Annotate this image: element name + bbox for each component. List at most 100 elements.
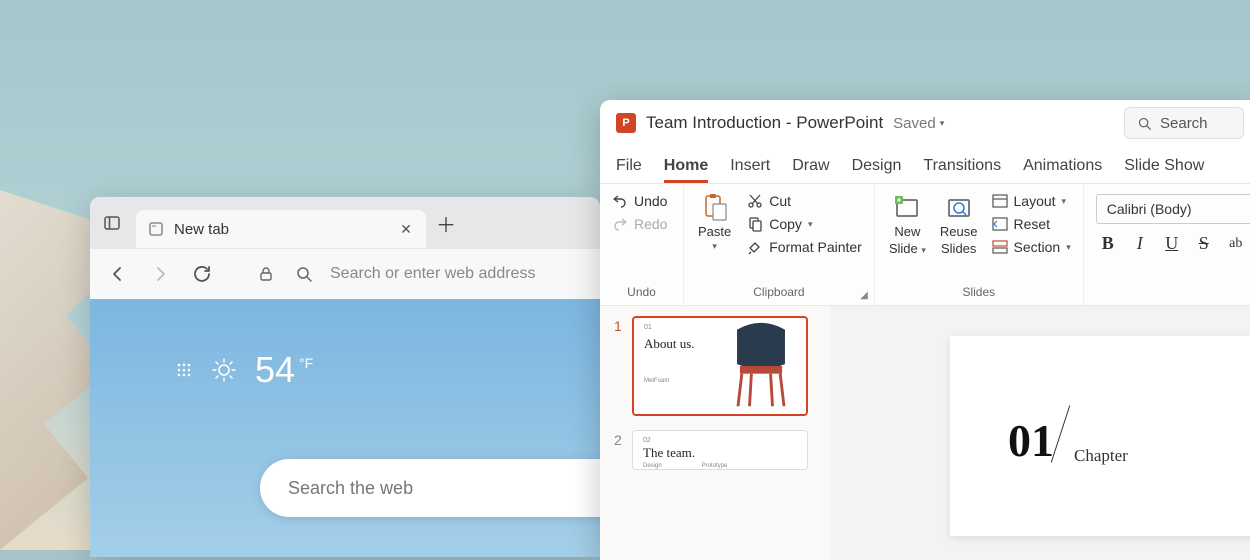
slide-canvas[interactable]: 01 Chapter bbox=[830, 306, 1250, 560]
thumb1-num: 01 bbox=[644, 324, 652, 331]
web-search-bar[interactable]: Search the web bbox=[260, 459, 600, 517]
layout-label: Layout bbox=[1014, 193, 1056, 209]
reset-icon bbox=[992, 217, 1008, 231]
refresh-button[interactable] bbox=[188, 260, 216, 288]
underline-button[interactable]: U bbox=[1162, 233, 1182, 254]
thumb2-num: 02 bbox=[643, 437, 651, 444]
group-label-slides: Slides bbox=[883, 283, 1075, 303]
arrow-right-icon bbox=[150, 264, 170, 284]
edge-toolbar: Search or enter web address bbox=[90, 249, 600, 299]
font-format-row: B I U S ab bbox=[1092, 233, 1250, 254]
tab-design[interactable]: Design bbox=[852, 157, 902, 183]
tab-actions-button[interactable] bbox=[98, 209, 126, 237]
copy-label: Copy bbox=[769, 216, 802, 232]
tab-transitions[interactable]: Transitions bbox=[923, 157, 1001, 183]
edge-new-tab-page: 54 °F Search the web bbox=[90, 299, 600, 557]
new-slide-l2: Slide bbox=[889, 241, 918, 256]
tab-file[interactable]: File bbox=[616, 157, 642, 183]
ribbon-group-font: Calibri (Body) B I U S ab bbox=[1084, 184, 1250, 305]
chevron-down-icon: ▾ bbox=[712, 241, 717, 252]
tab-actions-icon bbox=[103, 214, 121, 232]
ribbon-tabs: File Home Insert Draw Design Transitions… bbox=[600, 146, 1250, 184]
layout-button[interactable]: Layout▾ bbox=[988, 190, 1075, 212]
font-name-selector[interactable]: Calibri (Body) bbox=[1096, 194, 1250, 224]
format-painter-label: Format Painter bbox=[769, 239, 862, 255]
ribbon: Undo Redo Undo Paste ▾ bbox=[600, 184, 1250, 306]
new-slide-button[interactable]: New Slide ▾ bbox=[883, 190, 932, 258]
redo-icon bbox=[612, 216, 628, 232]
search-box[interactable]: Search bbox=[1124, 107, 1244, 139]
thumb1-title: About us. bbox=[644, 336, 695, 352]
address-bar[interactable]: Search or enter web address bbox=[330, 265, 535, 283]
current-slide[interactable]: 01 Chapter bbox=[950, 336, 1250, 536]
search-icon bbox=[1137, 116, 1152, 131]
reset-button[interactable]: Reset bbox=[988, 213, 1075, 235]
edge-browser-window: New tab ✕ ＋ Search or enter web address … bbox=[90, 197, 600, 557]
text-shadow-button[interactable]: ab bbox=[1226, 236, 1246, 252]
slide-thumbnail-2[interactable]: 02 The team. Design Prototype bbox=[632, 430, 808, 470]
save-status[interactable]: Saved ▾ bbox=[893, 115, 944, 132]
tab-slideshow[interactable]: Slide Show bbox=[1124, 157, 1204, 183]
format-painter-button[interactable]: Format Painter bbox=[743, 236, 866, 258]
section-button[interactable]: Section▾ bbox=[988, 236, 1075, 258]
site-info-button[interactable] bbox=[254, 262, 278, 286]
search-icon bbox=[295, 265, 313, 283]
tab-animations[interactable]: Animations bbox=[1023, 157, 1102, 183]
save-status-label: Saved bbox=[893, 115, 936, 132]
thumb2-title: The team. bbox=[643, 445, 695, 461]
reuse-l1: Reuse bbox=[940, 224, 978, 239]
refresh-icon bbox=[192, 264, 212, 284]
cut-button[interactable]: Cut bbox=[743, 190, 866, 212]
copy-button[interactable]: Copy ▾ bbox=[743, 213, 866, 235]
back-button[interactable] bbox=[104, 260, 132, 288]
browser-tab[interactable]: New tab ✕ bbox=[136, 210, 426, 248]
cut-label: Cut bbox=[769, 193, 791, 209]
document-title: Team Introduction - PowerPoint bbox=[646, 113, 883, 133]
undo-button[interactable]: Undo bbox=[608, 190, 671, 212]
pp-logo-letter: P bbox=[622, 117, 629, 129]
chevron-down-icon: ▾ bbox=[921, 245, 926, 255]
bold-button[interactable]: B bbox=[1098, 233, 1118, 254]
forward-button[interactable] bbox=[146, 260, 174, 288]
reuse-slides-button[interactable]: Reuse Slides bbox=[934, 190, 984, 258]
new-tab-button[interactable]: ＋ bbox=[432, 209, 460, 237]
search-icon-toolbar bbox=[292, 262, 316, 286]
page-icon bbox=[148, 221, 164, 237]
thumb1-sub: MetFoam bbox=[644, 378, 669, 384]
search-label: Search bbox=[1160, 115, 1208, 132]
pp-titlebar: P Team Introduction - PowerPoint Saved ▾… bbox=[600, 100, 1250, 146]
italic-button[interactable]: I bbox=[1130, 233, 1150, 254]
weather-temperature: 54 °F bbox=[255, 349, 313, 391]
thumb2-columns: Design Prototype bbox=[643, 463, 727, 469]
thumb2-colA: Design bbox=[643, 463, 662, 469]
slide-thumbnail-panel: 1 01 About us. MetFoam 2 bbox=[600, 306, 830, 560]
tab-title: New tab bbox=[174, 221, 388, 238]
weather-temp-value: 54 bbox=[255, 349, 295, 391]
redo-label: Redo bbox=[634, 216, 667, 232]
slide-thumbnail-1[interactable]: 01 About us. MetFoam bbox=[632, 316, 808, 416]
tab-draw[interactable]: Draw bbox=[792, 157, 829, 183]
tab-close-button[interactable]: ✕ bbox=[398, 221, 414, 237]
pp-body: 1 01 About us. MetFoam 2 bbox=[600, 306, 1250, 560]
chevron-down-icon: ▾ bbox=[1066, 242, 1071, 253]
scissors-icon bbox=[747, 193, 763, 209]
tab-home[interactable]: Home bbox=[664, 157, 708, 183]
clipboard-dialog-launcher[interactable]: ◢ bbox=[860, 290, 868, 301]
web-search-placeholder: Search the web bbox=[288, 478, 413, 499]
chevron-down-icon: ▾ bbox=[940, 118, 945, 129]
paste-icon bbox=[700, 192, 730, 222]
strikethrough-button[interactable]: S bbox=[1194, 233, 1214, 254]
apps-grid-icon bbox=[175, 361, 193, 379]
group-label-clipboard: Clipboard bbox=[692, 283, 866, 303]
reuse-l2: Slides bbox=[941, 241, 976, 256]
paste-label: Paste bbox=[698, 224, 731, 239]
weather-widget[interactable]: 54 °F bbox=[175, 349, 313, 391]
chevron-down-icon: ▾ bbox=[808, 219, 813, 230]
lock-icon bbox=[257, 265, 275, 283]
paste-button[interactable]: Paste ▾ bbox=[692, 190, 737, 254]
powerpoint-window: P Team Introduction - PowerPoint Saved ▾… bbox=[600, 100, 1250, 560]
slide-number-text: 01 bbox=[1008, 414, 1054, 467]
redo-button[interactable]: Redo bbox=[608, 213, 671, 235]
tab-insert[interactable]: Insert bbox=[730, 157, 770, 183]
slide-thumb-2-row: 2 02 The team. Design Prototype bbox=[614, 430, 816, 470]
